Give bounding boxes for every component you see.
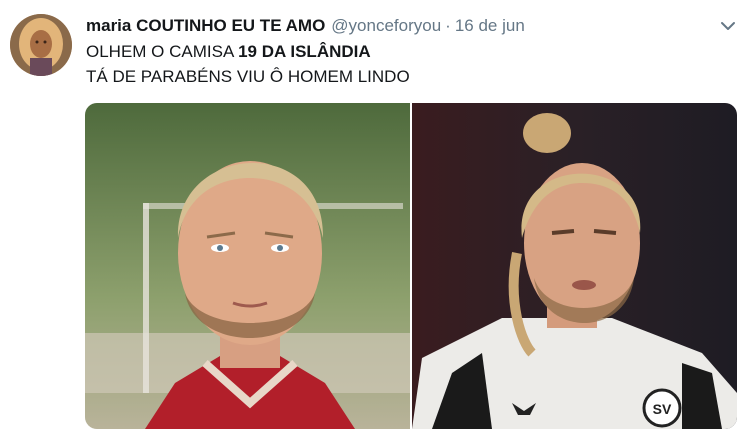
user-avatar[interactable] xyxy=(10,14,72,76)
media-photo-right[interactable]: SV xyxy=(412,103,737,429)
tweet-text-line-1: OLHEM O CAMISA 19 DA ISLÂNDIA xyxy=(86,41,371,63)
media-grid[interactable]: SV xyxy=(85,103,737,429)
club-badge-text: SV xyxy=(653,401,672,417)
tweet-card[interactable]: maria COUTINHO EU TE AMO @yonceforyou · 16 … xyxy=(0,0,750,444)
tweet-text-bold: 19 DA ISLÂNDIA xyxy=(238,42,371,61)
display-name[interactable]: maria COUTINHO EU TE AMO xyxy=(86,16,325,35)
tweet-date[interactable]: 16 de jun xyxy=(455,16,525,35)
tweet-header: maria COUTINHO EU TE AMO @yonceforyou · 16 … xyxy=(86,15,710,37)
header-separator: · xyxy=(445,16,451,35)
tweet-text-plain: OLHEM O CAMISA xyxy=(86,42,239,61)
tweet-text-line-2: TÁ DE PARABÉNS VIU Ô HOMEM LINDO xyxy=(86,67,410,86)
user-handle[interactable]: @yonceforyou xyxy=(331,16,441,35)
chevron-down-icon[interactable] xyxy=(718,16,738,36)
media-photo-left[interactable] xyxy=(85,103,410,429)
